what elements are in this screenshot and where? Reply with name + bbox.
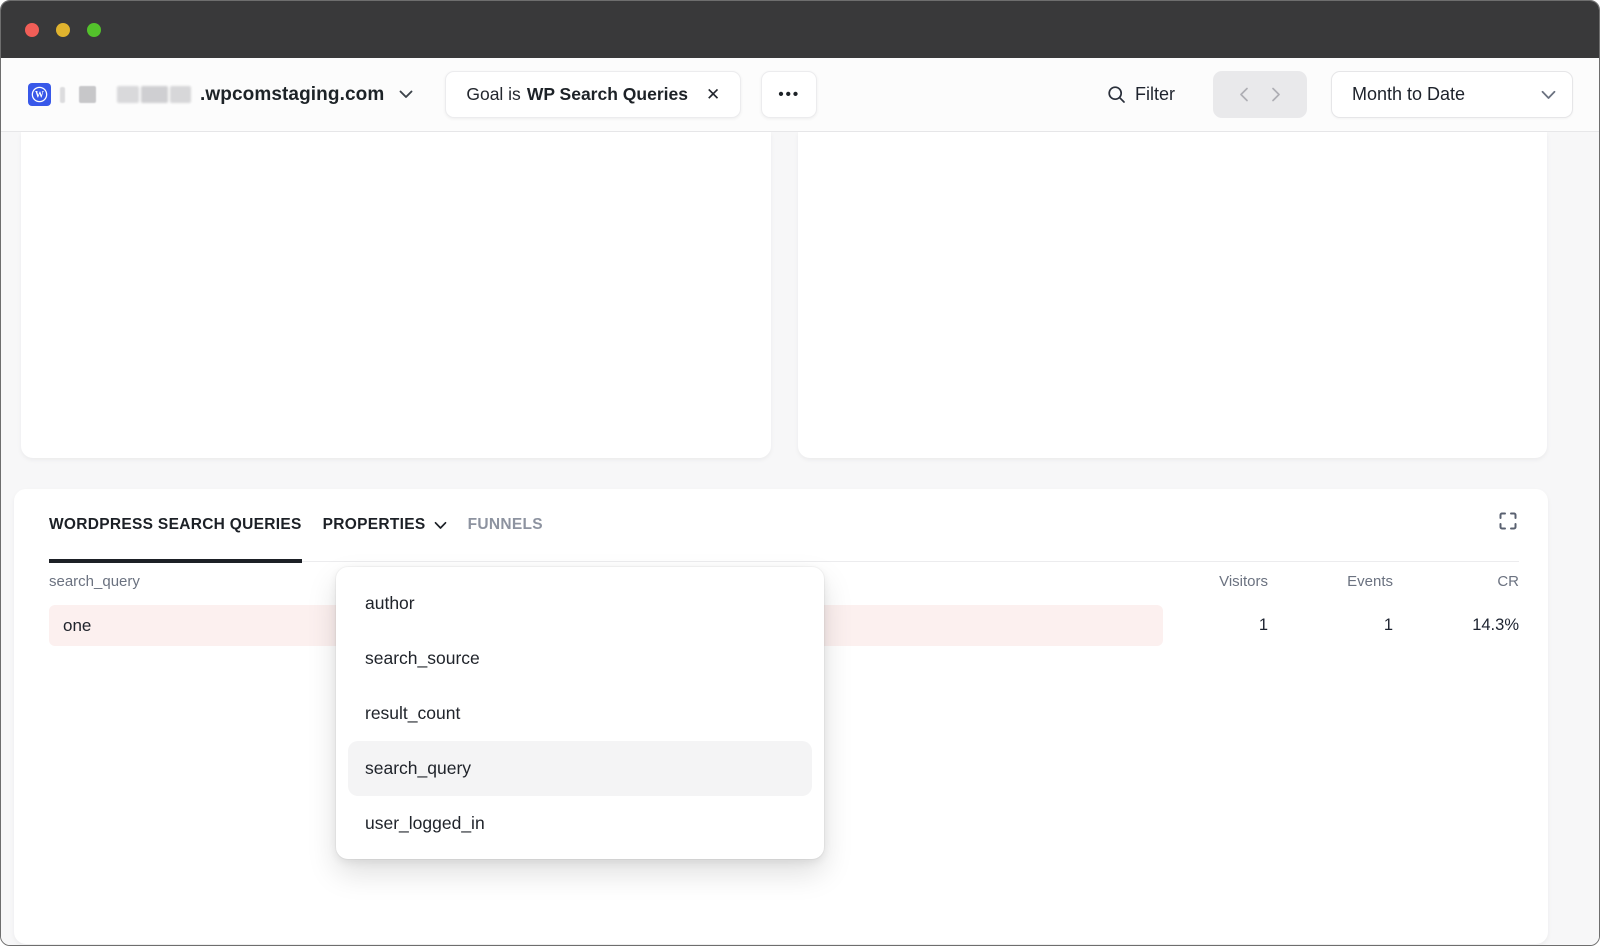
tab-properties[interactable]: PROPERTIES [323, 489, 447, 561]
app-window: W .wpcomstaging.com Goal is WP Search Qu… [0, 0, 1600, 946]
expand-icon[interactable] [1497, 510, 1519, 532]
filter-button[interactable]: Filter [1106, 84, 1175, 105]
properties-dropdown-menu: author search_source result_count search… [336, 567, 824, 859]
tab-label: FUNNELS [468, 516, 543, 534]
row-cr: 14.3% [1393, 616, 1519, 635]
filter-button-label: Filter [1135, 84, 1175, 105]
wordpress-icon: W [28, 83, 51, 106]
chart-card-right [798, 132, 1547, 458]
menu-item-search-source[interactable]: search_source [348, 631, 812, 686]
chevron-down-icon [1541, 90, 1556, 100]
chevron-down-icon [434, 521, 447, 530]
chart-card-left [21, 132, 771, 458]
dashboard-content: WORDPRESS SEARCH QUERIES PROPERTIES FUNN… [1, 132, 1599, 946]
chevron-right-icon[interactable] [1271, 87, 1281, 102]
more-filters-button[interactable]: ••• [761, 71, 817, 118]
date-range-value: Month to Date [1352, 84, 1465, 105]
remove-filter-icon[interactable]: ✕ [706, 86, 720, 103]
menu-item-author[interactable]: author [348, 576, 812, 631]
redacted-site-icon [79, 86, 96, 103]
goal-filter-pill[interactable]: Goal is WP Search Queries ✕ [445, 71, 741, 118]
goal-filter-value: WP Search Queries [527, 84, 688, 105]
chevron-down-icon [399, 90, 413, 99]
minimize-window-button[interactable] [56, 23, 70, 37]
date-pager [1213, 71, 1307, 118]
close-window-button[interactable] [25, 23, 39, 37]
row-visitors: 1 [1143, 616, 1268, 635]
zoom-window-button[interactable] [87, 23, 101, 37]
date-range-selector[interactable]: Month to Date [1331, 71, 1573, 118]
goal-filter-prefix: Goal is [466, 84, 520, 105]
report-tabs: WORDPRESS SEARCH QUERIES PROPERTIES FUNN… [49, 489, 1519, 562]
site-domain: .wpcomstaging.com [200, 84, 384, 106]
window-titlebar[interactable] [1, 1, 1599, 58]
redacted-site-prefix [117, 86, 191, 103]
chevron-left-icon[interactable] [1239, 87, 1249, 102]
row-events: 1 [1268, 616, 1393, 635]
dashboard-header: W .wpcomstaging.com Goal is WP Search Qu… [1, 58, 1599, 132]
svg-text:W: W [35, 90, 44, 100]
redacted-fragment [60, 87, 65, 103]
tab-label: PROPERTIES [323, 516, 426, 534]
site-selector[interactable]: W .wpcomstaging.com [28, 83, 413, 106]
search-icon [1106, 84, 1127, 105]
tab-label: WORDPRESS SEARCH QUERIES [49, 516, 302, 534]
tab-wordpress-search-queries[interactable]: WORDPRESS SEARCH QUERIES [49, 489, 302, 561]
events-column-header: Events [1268, 573, 1393, 590]
cr-column-header: CR [1393, 573, 1519, 590]
menu-item-user-logged-in[interactable]: user_logged_in [348, 796, 812, 851]
menu-item-search-query[interactable]: search_query [348, 741, 812, 796]
tab-funnels[interactable]: FUNNELS [468, 489, 543, 561]
menu-item-result-count[interactable]: result_count [348, 686, 812, 741]
visitors-column-header: Visitors [1143, 573, 1268, 590]
